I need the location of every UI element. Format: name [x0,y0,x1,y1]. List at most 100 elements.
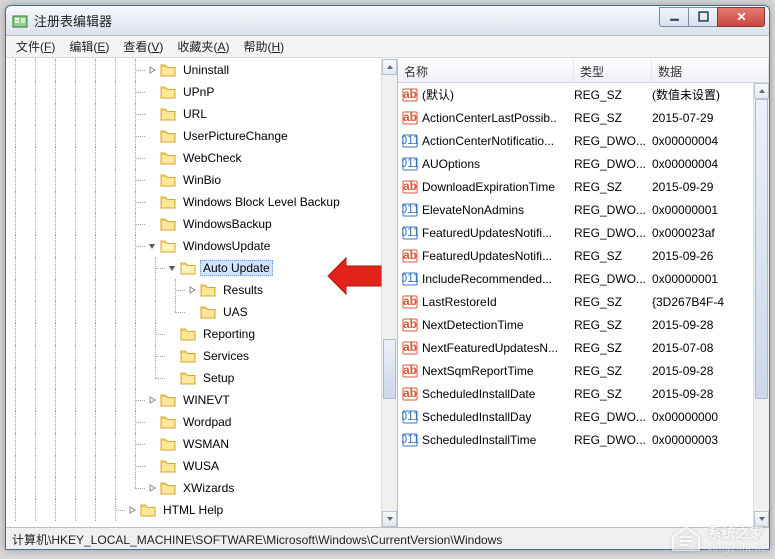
tree-item-label: UPnP [180,84,217,100]
value-row[interactable]: abDownloadExpirationTimeREG_SZ2015-09-29 [398,175,753,198]
tree-leaf [146,174,158,186]
string-value-icon: ab [402,294,418,310]
folder-icon [160,239,176,253]
value-type: REG_SZ [574,180,652,194]
value-row[interactable]: abNextFeaturedUpdatesN...REG_SZ2015-07-0… [398,336,753,359]
tree-item[interactable]: UserPictureChange [6,125,381,147]
svg-text:ab: ab [403,317,417,331]
tree-leaf [166,372,178,384]
titlebar[interactable]: 注册表编辑器 [6,6,769,36]
value-row[interactable]: abNextDetectionTimeREG_SZ2015-09-28 [398,313,753,336]
regedit-window: 注册表编辑器 文件(F) 编辑(E) 查看(V) 收藏夹(A) 帮助(H) Un… [5,5,770,550]
tree-item[interactable]: WINEVT [6,389,381,411]
tree-item[interactable]: WebCheck [6,147,381,169]
tree-expander-icon[interactable] [146,240,158,252]
tree-item[interactable]: WUSA [6,455,381,477]
tree-item-label: WebCheck [180,150,244,166]
tree-item[interactable]: Uninstall [6,59,381,81]
value-type: REG_SZ [574,364,652,378]
folder-icon [180,349,196,363]
svg-text:011: 011 [402,156,418,170]
tree-item[interactable]: WindowsBackup [6,213,381,235]
value-row[interactable]: 011ElevateNonAdminsREG_DWO...0x00000001 [398,198,753,221]
value-data: 0x00000004 [652,157,753,171]
svg-text:ab: ab [403,340,417,354]
tree-expander-icon[interactable] [186,284,198,296]
value-row[interactable]: 011ScheduledInstallTimeREG_DWO...0x00000… [398,428,753,451]
value-type: REG_DWO... [574,157,652,171]
value-row[interactable]: abLastRestoreIdREG_SZ{3D267B4F-4 [398,290,753,313]
tree-item[interactable]: WSMAN [6,433,381,455]
tree-item[interactable]: HTML Help [6,499,381,521]
folder-icon [160,481,176,495]
tree-expander-icon[interactable] [166,262,178,274]
binary-value-icon: 011 [402,271,418,287]
value-row[interactable]: 011ActionCenterNotificatio...REG_DWO...0… [398,129,753,152]
tree-item[interactable]: WinBio [6,169,381,191]
col-header-name[interactable]: 名称 [398,59,574,82]
scroll-thumb[interactable] [755,99,768,399]
value-row[interactable]: 011ScheduledInstallDayREG_DWO...0x000000… [398,405,753,428]
menu-view[interactable]: 查看(V) [117,36,169,57]
menu-favorites[interactable]: 收藏夹(A) [171,36,235,57]
tree-item[interactable]: UPnP [6,81,381,103]
value-row[interactable]: ab(默认)REG_SZ(数值未设置) [398,83,753,106]
tree-scrollbar[interactable] [381,59,397,527]
scroll-down-button[interactable] [382,511,397,527]
folder-icon [200,283,216,297]
tree-item[interactable]: Reporting [6,323,381,345]
values-list[interactable]: ab(默认)REG_SZ(数值未设置)abActionCenterLastPos… [398,83,753,527]
tree-expander-icon[interactable] [146,64,158,76]
value-data: 2015-09-28 [652,364,753,378]
col-header-data[interactable]: 数据 [652,59,769,82]
value-row[interactable]: abNextSqmReportTimeREG_SZ2015-09-28 [398,359,753,382]
value-row[interactable]: 011FeaturedUpdatesNotifi...REG_DWO...0x0… [398,221,753,244]
value-data: 0x00000001 [652,203,753,217]
value-name: DownloadExpirationTime [422,180,574,194]
menu-file[interactable]: 文件(F) [10,36,61,57]
svg-text:ab: ab [403,110,417,124]
tree-expander-icon[interactable] [146,482,158,494]
tree-item[interactable]: Wordpad [6,411,381,433]
tree-item[interactable]: Auto Update [6,257,381,279]
tree-item[interactable]: Results [6,279,381,301]
folder-icon [160,195,176,209]
folder-icon [180,371,196,385]
scroll-up-button[interactable] [754,83,769,99]
maximize-button[interactable] [688,7,718,27]
binary-value-icon: 011 [402,156,418,172]
value-row[interactable]: abScheduledInstallDateREG_SZ2015-09-28 [398,382,753,405]
tree-item[interactable]: URL [6,103,381,125]
scroll-thumb[interactable] [383,339,396,399]
value-row[interactable]: 011IncludeRecommended...REG_DWO...0x0000… [398,267,753,290]
value-row[interactable]: 011AUOptionsREG_DWO...0x00000004 [398,152,753,175]
folder-icon [160,459,176,473]
svg-text:ab: ab [403,87,417,101]
list-scrollbar[interactable] [753,83,769,527]
tree-item[interactable]: Windows Block Level Backup [6,191,381,213]
value-row[interactable]: abActionCenterLastPossib..REG_SZ2015-07-… [398,106,753,129]
tree-leaf [146,460,158,472]
tree-item[interactable]: Services [6,345,381,367]
scroll-down-button[interactable] [754,511,769,527]
value-name: NextDetectionTime [422,318,574,332]
close-button[interactable] [717,7,765,27]
tree-expander-icon[interactable] [146,394,158,406]
svg-text:ab: ab [403,294,417,308]
menu-help[interactable]: 帮助(H) [237,36,290,57]
menu-edit[interactable]: 编辑(E) [63,36,115,57]
svg-text:011: 011 [402,409,418,423]
value-row[interactable]: abFeaturedUpdatesNotifi...REG_SZ2015-09-… [398,244,753,267]
minimize-button[interactable] [659,7,689,27]
tree-item[interactable]: WindowsUpdate [6,235,381,257]
tree-item[interactable]: XWizards [6,477,381,499]
tree-view[interactable]: Uninstall UPnP URL UserPictureChange WebChec… [6,59,381,527]
svg-text:011: 011 [402,202,418,216]
tree-item-label: URL [180,106,210,122]
folder-icon [160,129,176,143]
tree-item[interactable]: Setup [6,367,381,389]
scroll-up-button[interactable] [382,59,397,75]
col-header-type[interactable]: 类型 [574,59,652,82]
tree-expander-icon[interactable] [126,504,138,516]
tree-item[interactable]: UAS [6,301,381,323]
